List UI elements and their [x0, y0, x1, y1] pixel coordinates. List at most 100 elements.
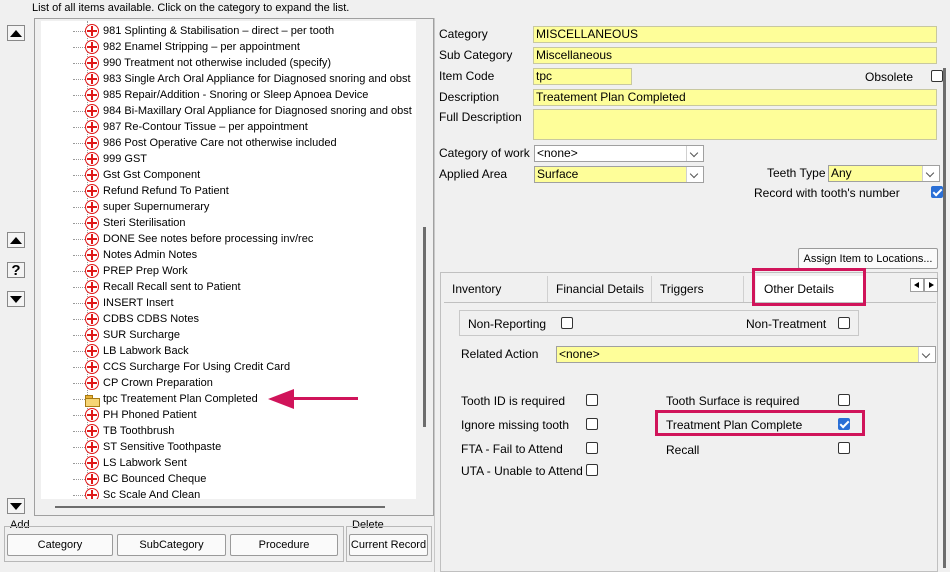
move-down-button[interactable]	[7, 291, 25, 307]
scroll-bottom-button[interactable]	[7, 498, 25, 514]
tooth-id-checkbox[interactable]	[586, 394, 598, 406]
add-category-button[interactable]: Category	[7, 534, 113, 556]
tree-item-label: LB Labwork Back	[103, 345, 189, 357]
red-cross-icon	[85, 248, 99, 262]
tree-item[interactable]: LB Labwork Back	[73, 343, 189, 359]
chevron-down-icon[interactable]	[686, 167, 703, 182]
scroll-thumb[interactable]	[423, 227, 426, 427]
tree-item[interactable]: 984 Bi-Maxillary Oral Appliance for Diag…	[73, 103, 412, 119]
tree-item[interactable]: Gst Gst Component	[73, 167, 200, 183]
applied-area-select[interactable]: Surface	[534, 166, 704, 183]
tree-item[interactable]: CCS Surcharge For Using Credit Card	[73, 359, 290, 375]
recall-checkbox[interactable]	[838, 442, 850, 454]
tab-triggers[interactable]: Triggers	[652, 276, 744, 302]
tree-connector	[73, 127, 85, 128]
related-action-label: Related Action	[461, 347, 539, 361]
fta-checkbox[interactable]	[586, 442, 598, 454]
tree-item[interactable]: 982 Enamel Stripping – per appointment	[73, 39, 300, 55]
tooth-id-label: Tooth ID is required	[461, 394, 566, 408]
scroll-thumb[interactable]	[55, 506, 385, 508]
tree-item-label: Sc Scale And Clean	[103, 489, 201, 499]
tree-connector	[73, 159, 85, 160]
full-description-field[interactable]	[533, 109, 937, 140]
tree-item[interactable]: Sc Scale And Clean	[73, 487, 201, 499]
scroll-thumb[interactable]	[943, 68, 946, 568]
tree-item[interactable]: INSERT Insert	[73, 295, 174, 311]
uta-label: UTA - Unable to Attend	[461, 464, 583, 478]
non-treatment-label: Non-Treatment	[746, 317, 827, 331]
tree-connector	[73, 255, 85, 256]
add-subcategory-button[interactable]: SubCategory	[117, 534, 226, 556]
tree-item[interactable]: LS Labwork Sent	[73, 455, 187, 471]
tree-item-label: CDBS CDBS Notes	[103, 313, 199, 325]
tree-item[interactable]: Recall Recall sent to Patient	[73, 279, 241, 295]
tree-item[interactable]: BC Bounced Cheque	[73, 471, 207, 487]
category-field[interactable]: MISCELLANEOUS	[533, 26, 937, 43]
tree-item[interactable]: super Supernumerary	[73, 199, 210, 215]
assign-locations-button[interactable]: Assign Item to Locations...	[798, 248, 938, 269]
scroll-top-button[interactable]	[7, 25, 25, 41]
tree-item[interactable]: CP Crown Preparation	[73, 375, 213, 391]
red-cross-icon	[85, 344, 99, 358]
tree-item-label: super Supernumerary	[103, 201, 210, 213]
tree-item[interactable]: TB Toothbrush	[73, 423, 175, 439]
tree-item[interactable]: 981 Splinting & Stabilisation – direct –…	[73, 23, 334, 39]
tree-item[interactable]: PH Phoned Patient	[73, 407, 197, 423]
tab-scroll-right-button[interactable]	[924, 278, 938, 292]
add-procedure-button[interactable]: Procedure	[230, 534, 338, 556]
tree-item[interactable]: tpc Treatement Plan Completed	[73, 391, 258, 407]
chevron-down-icon[interactable]	[686, 146, 703, 161]
tree-item[interactable]: 986 Post Operative Care not otherwise in…	[73, 135, 337, 151]
tree-item[interactable]: ST Sensitive Toothpaste	[73, 439, 222, 455]
move-up-button[interactable]	[7, 232, 25, 248]
subcategory-field[interactable]: Miscellaneous	[533, 47, 937, 64]
tree-item[interactable]: Steri Sterilisation	[73, 215, 186, 231]
tree-item[interactable]: DONE See notes before processing inv/rec	[73, 231, 313, 247]
tree-item[interactable]: CDBS CDBS Notes	[73, 311, 199, 327]
tree-item[interactable]: Notes Admin Notes	[73, 247, 197, 263]
tree-item[interactable]: 990 Treatment not otherwise included (sp…	[73, 55, 331, 71]
obsolete-label: Obsolete	[865, 70, 914, 84]
tree-item[interactable]: SUR Surcharge	[73, 327, 180, 343]
tree-horizontal-scrollbar[interactable]	[41, 501, 416, 513]
delete-current-record-button[interactable]: Current Record	[349, 534, 428, 556]
category-of-work-select[interactable]: <none>	[534, 145, 704, 162]
tree-item[interactable]: 985 Repair/Addition - Snoring or Sleep A…	[73, 87, 369, 103]
help-button[interactable]: ?	[7, 262, 25, 279]
chevron-down-icon[interactable]	[922, 166, 939, 181]
red-cross-icon	[85, 136, 99, 150]
tree-connector	[73, 79, 85, 80]
item-tree[interactable]: 981 Splinting & Stabilisation – direct –…	[41, 21, 416, 499]
tree-item[interactable]: 999 GST	[73, 151, 147, 167]
ignore-missing-checkbox[interactable]	[586, 418, 598, 430]
description-label: Description	[439, 90, 500, 104]
tree-item[interactable]: 983 Single Arch Oral Appliance for Diagn…	[73, 71, 411, 87]
tree-connector	[73, 447, 85, 448]
related-action-select[interactable]: <none>	[556, 346, 936, 363]
tree-item-label: 985 Repair/Addition - Snoring or Sleep A…	[103, 89, 369, 101]
tree-item-label: 982 Enamel Stripping – per appointment	[103, 41, 300, 53]
details-vertical-scrollbar[interactable]	[941, 20, 950, 572]
tree-item[interactable]: Refund Refund To Patient	[73, 183, 229, 199]
non-reporting-checkbox[interactable]	[561, 317, 573, 329]
description-field[interactable]: Treatement Plan Completed	[533, 89, 937, 106]
tree-item-label: 986 Post Operative Care not otherwise in…	[103, 137, 337, 149]
tree-vertical-scrollbar[interactable]	[418, 21, 432, 499]
tab-financial-details[interactable]: Financial Details	[548, 276, 652, 302]
tooth-surface-checkbox[interactable]	[838, 394, 850, 406]
teeth-type-select[interactable]: Any	[828, 165, 940, 182]
tree-item[interactable]: PREP Prep Work	[73, 263, 188, 279]
uta-checkbox[interactable]	[586, 464, 598, 476]
tree-item[interactable]: 987 Re-Contour Tissue – per appointment	[73, 119, 308, 135]
tree-item-label: BC Bounced Cheque	[103, 473, 207, 485]
red-cross-icon	[85, 200, 99, 214]
red-cross-icon	[85, 328, 99, 342]
non-treatment-checkbox[interactable]	[838, 317, 850, 329]
tree-item-label: TB Toothbrush	[103, 425, 175, 437]
tab-scroll-left-button[interactable]	[910, 278, 924, 292]
tab-inventory[interactable]: Inventory	[444, 276, 548, 302]
chevron-down-icon[interactable]	[918, 347, 935, 362]
red-cross-icon	[85, 104, 99, 118]
tree-item-label: ST Sensitive Toothpaste	[103, 441, 222, 453]
item-code-field[interactable]: tpc	[533, 68, 632, 85]
